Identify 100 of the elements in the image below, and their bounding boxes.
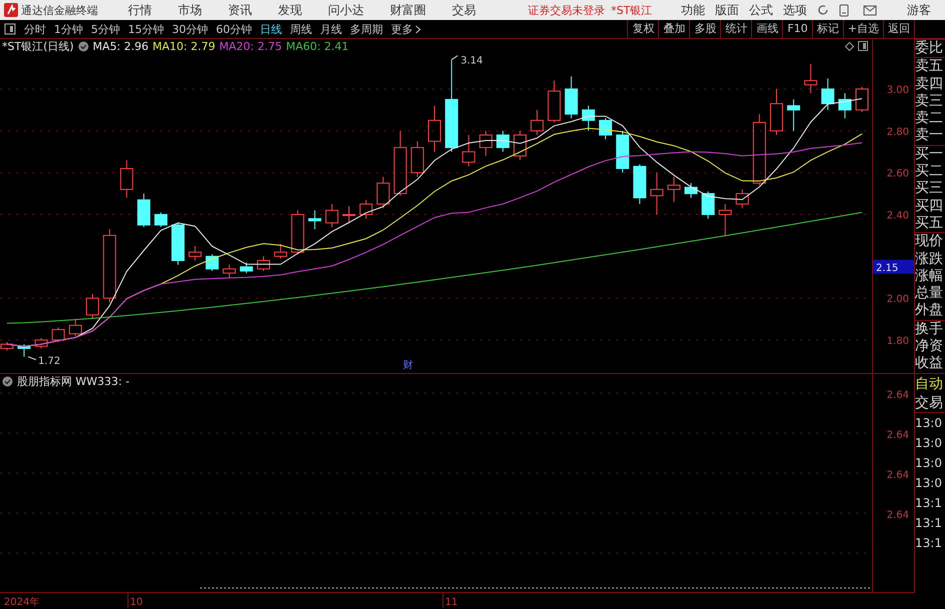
menu-item[interactable]: 公式 [749,2,773,18]
quote-label: 涨跌 [915,250,944,268]
axis-label: 2024年 [4,597,40,608]
candlestick [188,245,202,262]
trade-label: 交易 [915,394,944,412]
axis-label: 2.64 [886,510,909,521]
candlestick [172,222,184,266]
candlestick [548,80,561,123]
user-label[interactable]: 游客 [907,2,931,18]
chevron-right-icon[interactable] [415,24,421,34]
candlestick [530,109,544,136]
axis-label: 2.60 [886,168,909,180]
toolbar-button[interactable]: +自选 [842,20,883,38]
trade-time: 13:0 [915,414,943,432]
moving-average-value: MA20: 2.75 [219,40,282,52]
candlestick [18,344,31,358]
candlestick [770,88,783,136]
period-tab[interactable]: 30分钟 [172,22,208,36]
candlestick [308,210,322,230]
candlestick [68,318,82,336]
period-tab[interactable]: 月线 [320,22,342,36]
indicator-title: 股朋指标网 WW333: - [17,374,130,388]
menu-item[interactable]: 行情 [128,2,152,18]
toolbar-button[interactable]: 复权 [627,20,658,38]
candlestick [496,130,510,152]
candlestick [342,206,356,224]
quote-label: 买三 [915,180,944,198]
phone-icon[interactable] [839,4,849,16]
axis-label: 11 [445,597,458,608]
candlestick [257,256,270,272]
candlestick [274,243,288,259]
axis-label: 3.00 [886,85,909,96]
period-tab[interactable]: 多周期 [350,22,383,36]
panel-toggle-icon[interactable] [4,23,16,35]
candlestick [564,76,578,119]
period-tab[interactable]: 周线 [290,22,312,36]
panel-toggle-icon[interactable] [858,41,868,51]
candlestick [52,327,65,343]
menu-item[interactable]: 版面 [715,2,739,18]
axis-label: 2.00 [886,294,909,306]
toolbar-button[interactable]: 画线 [751,20,782,38]
high-price-annotation: 3.14 [451,55,483,67]
candlestick [838,92,852,119]
quote-label: 总量 [915,285,944,302]
quote-label: 换手 [915,320,944,338]
candlestick [34,337,48,349]
quote-label: 卖三 [915,92,944,110]
menu-item[interactable]: 发现 [278,2,302,18]
candlestick [667,176,680,202]
app-title: 通达信金融终端 [21,2,98,18]
period-tab[interactable]: 60分钟 [216,22,252,36]
check-circle-icon[interactable] [78,40,89,52]
app-logo-icon [4,3,18,17]
candlestick [291,210,304,255]
axis-label: 1.80 [886,336,909,348]
login-notice: 证券交易未登录 [528,2,605,18]
menu-item[interactable]: 财富圈 [390,2,426,18]
moving-average-value: MA10: 2.79 [152,40,216,52]
period-tab[interactable]: 5分钟 [91,22,120,36]
quote-label: 买四 [915,198,944,215]
quote-label: 涨幅 [915,268,944,286]
toolbar-button[interactable]: 统计 [720,20,752,38]
check-circle-icon[interactable] [2,376,13,386]
toolbar-button[interactable]: 标记 [812,20,843,38]
period-tab[interactable]: 日线 [260,22,282,36]
candlestick [360,199,373,220]
mail-icon[interactable] [863,4,877,16]
diamond-icon[interactable] [845,42,854,50]
candlestick [616,130,630,174]
candlestick [376,176,390,209]
quote-label: 现价 [915,233,944,251]
toolbar-button[interactable]: 返回 [883,20,914,38]
candlestick [86,294,99,320]
menu-item[interactable]: 问小达 [328,2,364,18]
trade-time: 13:0 [915,434,943,452]
toolbar-button[interactable]: 多股 [689,20,720,38]
period-tab[interactable]: 15分钟 [128,22,164,36]
quote-label: 买一 [915,146,944,164]
menu-item[interactable]: 资讯 [228,2,252,18]
period-tab[interactable]: 更多 [391,22,413,36]
auto-trade-label[interactable]: 自动 [915,374,945,394]
menu-item[interactable]: 市场 [178,2,202,18]
moving-average-value: MA60: 2.41 [286,40,349,52]
menu-item[interactable]: 交易 [452,2,476,18]
quote-label: 买二 [915,163,944,180]
refresh-icon[interactable] [817,4,829,16]
candlestick [206,254,219,272]
period-tab[interactable]: 分时 [24,22,46,36]
candlestick [736,188,749,209]
toolbar-button[interactable]: F10 [782,20,812,38]
toolbar-button[interactable]: 叠加 [658,20,690,38]
period-tab[interactable]: 1分钟 [54,22,83,36]
axis-label: 10 [130,597,143,608]
axis-label: 2.64 [886,470,909,481]
menu-item[interactable]: 选项 [783,2,807,18]
candlestick [514,130,526,161]
event-marker[interactable]: 财 [403,360,413,371]
trade-time: 13:1 [915,514,943,532]
menu-item[interactable]: 功能 [681,2,705,18]
candlestick [222,264,236,278]
